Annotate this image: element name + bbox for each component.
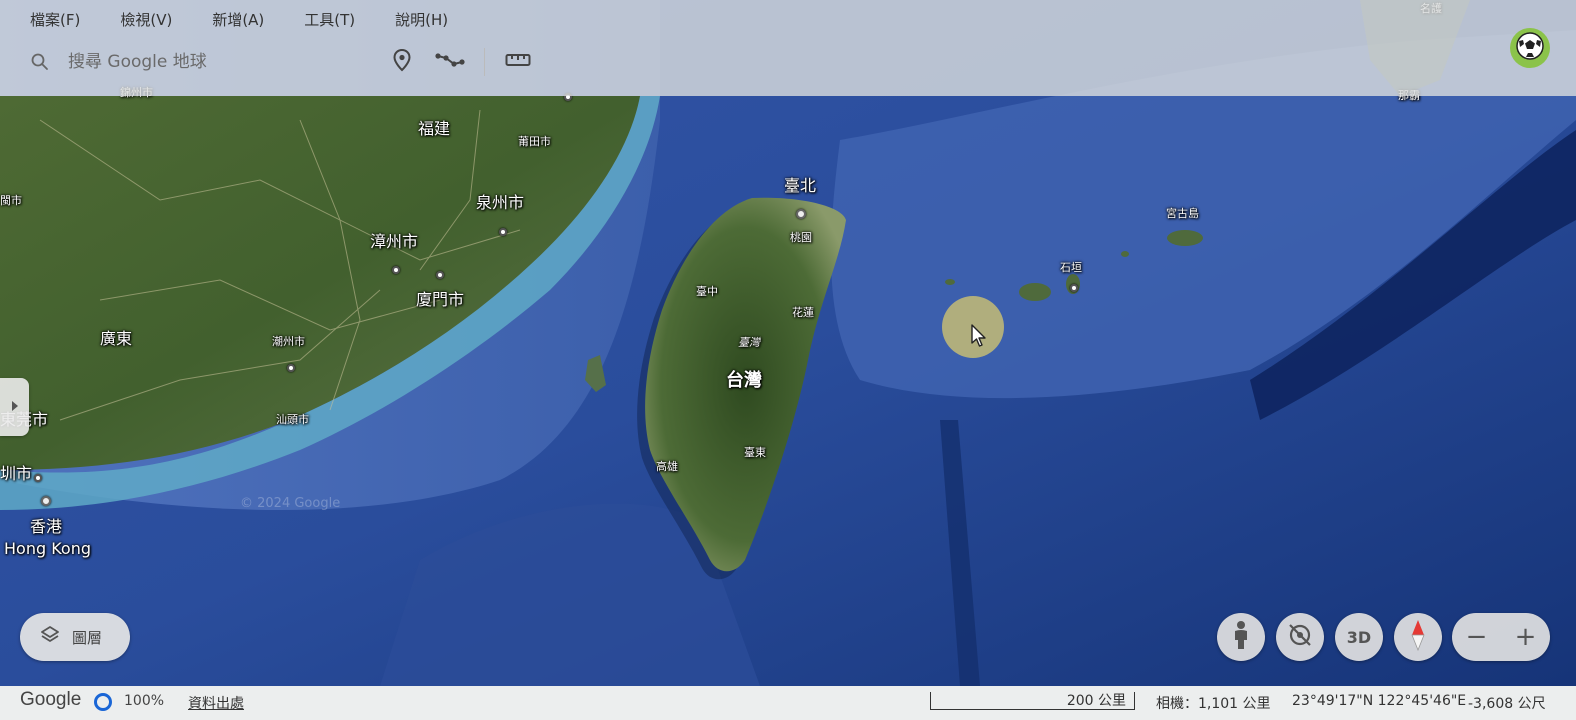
zoom-out-button[interactable]: − <box>1452 613 1501 661</box>
map-label: 莆田市 <box>518 135 551 148</box>
city-dot <box>34 474 42 482</box>
toggle-3d-label: 3D <box>1346 627 1372 647</box>
map-label: 高雄 <box>656 460 678 473</box>
place-pin-icon <box>391 48 413 76</box>
map-label: 台灣 <box>726 370 762 391</box>
city-dot <box>436 271 444 279</box>
map-label: 福建 <box>418 119 451 138</box>
capital-dot <box>796 209 806 219</box>
menu-help[interactable]: 說明(H) <box>395 9 448 30</box>
menu-view[interactable]: 檢視(V) <box>120 9 172 30</box>
cursor-coordinates: 23°49'17"N 122°45'46"E <box>1292 693 1467 709</box>
map-label: 泉州市 <box>476 193 525 212</box>
loading-indicator-icon <box>94 693 112 711</box>
search-bar <box>12 42 612 82</box>
map-label: 廣東 <box>100 329 133 348</box>
reset-tilt-icon <box>1286 621 1314 653</box>
zoom-control: − + <box>1452 613 1550 661</box>
google-logo: Google <box>20 689 82 710</box>
map-label: 汕頭市 <box>276 413 309 426</box>
map-label: 臺東 <box>744 446 766 459</box>
map-label: 廈門市 <box>416 290 465 309</box>
menu-tools[interactable]: 工具(T) <box>304 9 355 30</box>
search-icon <box>30 52 50 72</box>
map-imagery <box>0 0 1576 686</box>
city-dot <box>392 266 400 274</box>
map-label: 閩市 <box>0 194 22 207</box>
camera-altitude: 相機：1,101 公里 <box>1156 696 1271 712</box>
capital-dot <box>41 496 51 506</box>
scale-bar: 200 公里 <box>930 692 1135 710</box>
map-label: 臺北 <box>784 176 817 195</box>
city-dot <box>287 364 295 372</box>
map-label: 臺中 <box>696 285 718 298</box>
layers-icon <box>40 625 60 649</box>
map-view[interactable]: 錦州市 福建 莆田市 泉州市 漳州市 廈門市 廣東 潮州市 汕頭市 閩市 東莞市… <box>0 0 1576 686</box>
scale-label: 200 公里 <box>1066 693 1126 709</box>
map-label: 香港 <box>30 517 63 536</box>
map-label: 花蓮 <box>792 306 814 319</box>
street-view-button[interactable] <box>1217 613 1265 661</box>
map-label: 潮州市 <box>272 335 305 348</box>
path-icon <box>434 50 466 74</box>
load-progress: 100% <box>124 693 165 709</box>
menu-add[interactable]: 新增(A) <box>212 9 264 30</box>
draw-path-button[interactable] <box>434 46 466 78</box>
top-toolbar: 檔案(F) 檢視(V) 新增(A) 工具(T) 說明(H) <box>0 0 1576 96</box>
toggle-3d-button[interactable]: 3D <box>1335 613 1383 661</box>
avatar[interactable] <box>1510 28 1550 68</box>
map-watermark: © 2024 Google <box>240 496 341 511</box>
map-label: Hong Kong <box>4 539 91 558</box>
map-label: 桃園 <box>790 231 812 244</box>
menu-bar: 檔案(F) 檢視(V) 新增(A) 工具(T) 說明(H) <box>0 0 488 38</box>
soccer-ball-icon <box>1515 31 1545 65</box>
reset-tilt-button[interactable] <box>1276 613 1324 661</box>
city-dot <box>499 228 507 236</box>
pegman-icon <box>1231 620 1251 654</box>
map-label: 宮古島 <box>1166 207 1199 220</box>
ruler-icon <box>505 52 531 72</box>
chevron-right-icon <box>10 398 20 417</box>
menu-file[interactable]: 檔案(F) <box>30 9 80 30</box>
place-pin-button[interactable] <box>386 46 418 78</box>
map-label: 圳市 <box>0 464 33 483</box>
search-input[interactable] <box>68 48 368 76</box>
status-bar: Google 100% 資料出處 200 公里 相機：1,101 公里 23°4… <box>0 686 1576 720</box>
measure-button[interactable] <box>502 46 534 78</box>
side-panel-toggle[interactable] <box>0 378 29 436</box>
layers-button[interactable]: 圖層 <box>20 613 130 661</box>
data-attribution-link[interactable]: 資料出處 <box>188 693 244 713</box>
map-label: 石垣 <box>1060 261 1082 274</box>
map-label: 漳州市 <box>370 232 419 251</box>
map-label: 臺灣 <box>738 336 760 349</box>
compass-button[interactable] <box>1394 613 1442 661</box>
zoom-in-button[interactable]: + <box>1501 613 1550 661</box>
compass-icon <box>1409 619 1427 655</box>
city-dot <box>1070 284 1078 292</box>
layers-label: 圖層 <box>72 628 103 647</box>
toolbar-divider <box>484 48 485 76</box>
cursor-elevation: -3,608 公尺 <box>1468 696 1546 712</box>
mouse-pointer-icon <box>971 324 987 352</box>
